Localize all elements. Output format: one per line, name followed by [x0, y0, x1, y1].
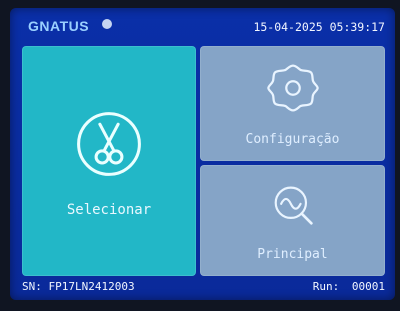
tile-principal-label: Principal	[257, 247, 328, 262]
tile-selecionar[interactable]: Selecionar	[22, 46, 196, 276]
brand-logo-text: GNATUS	[28, 18, 90, 34]
datetime-display: 15-04-2025 05:39:17	[253, 20, 385, 34]
run-value: 00001	[351, 280, 385, 293]
magnifier-waveform-icon	[274, 186, 313, 225]
status-bar: GNATUS 15-04-2025 05:39:17	[10, 8, 395, 44]
device-frame: GNATUS 15-04-2025 05:39:17 Selecionar Co…	[0, 0, 400, 311]
gear-icon	[266, 64, 319, 112]
brand-logo-icon	[102, 19, 112, 29]
run-counter: Run: 00001	[313, 280, 385, 293]
run-label: Run:	[312, 280, 340, 293]
tile-configuracao-label: Configuração	[245, 132, 340, 147]
tile-selecionar-label: Selecionar	[66, 202, 152, 218]
tile-principal[interactable]: Principal	[200, 165, 385, 276]
scissors-icon	[77, 112, 141, 176]
serial-number: SN: FP17LN2412003	[22, 280, 135, 293]
device-screen: GNATUS 15-04-2025 05:39:17 Selecionar Co…	[10, 8, 395, 300]
footer-bar: SN: FP17LN2412003 Run: 00001	[10, 272, 395, 300]
tile-configuracao[interactable]: Configuração	[200, 46, 385, 161]
